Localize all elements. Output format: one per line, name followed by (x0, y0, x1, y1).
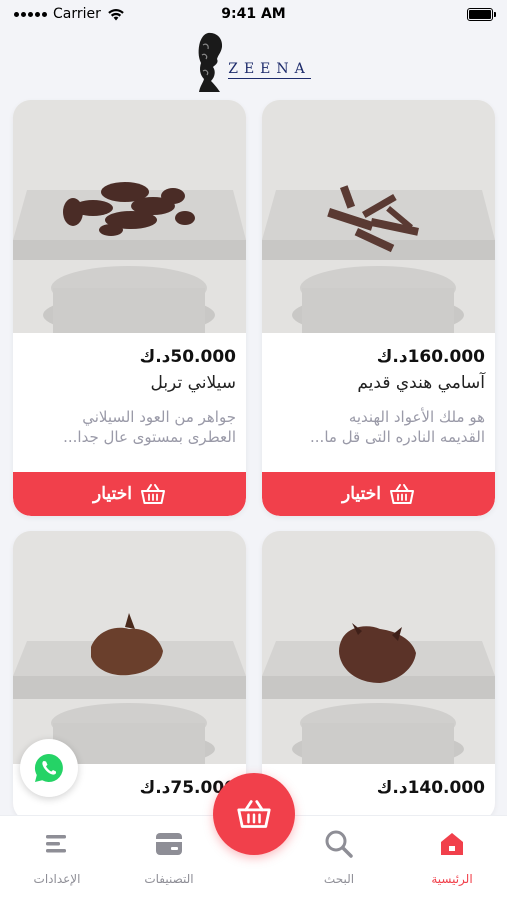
product-image (13, 531, 246, 764)
description-line: هو ملك الأعواد الهنديه (348, 408, 485, 426)
select-product-button[interactable]: اختيار (13, 472, 246, 516)
product-info: 160.000د.ك آسامي هندي قديم هو ملك الأعوا… (262, 333, 495, 447)
product-name: آسامي هندي قديم (357, 373, 485, 393)
product-price: 50.000د.ك (139, 347, 236, 367)
product-description: هو ملك الأعواد الهنديه القديمه النادره ا… (272, 407, 485, 447)
product-info: 140.000د.ك (262, 764, 495, 798)
product-price: 140.000د.ك (376, 778, 485, 798)
product-name: سيلاني تربل (150, 373, 236, 393)
nav-label: الإعدادات (33, 872, 81, 886)
product-image (262, 531, 495, 764)
nav-item-search[interactable]: البحث (294, 828, 384, 886)
product-price: 160.000د.ك (376, 347, 485, 367)
nav-label: البحث (323, 872, 355, 886)
home-icon (441, 833, 463, 855)
battery-icon (467, 7, 496, 21)
status-left: Carrier (14, 6, 125, 22)
logo-head-icon (198, 32, 223, 92)
description-line: جواهر من العود السيلاني (82, 408, 236, 426)
nav-item-settings[interactable]: الإعدادات (12, 828, 102, 886)
signal-icon (14, 11, 47, 17)
product-card[interactable]: 140.000د.ك (262, 531, 495, 821)
whatsapp-button[interactable] (20, 739, 78, 797)
status-bar: Carrier 9:41 AM (0, 0, 507, 28)
basket-icon (237, 800, 271, 828)
logo-text: ZEENA (228, 61, 311, 79)
app-logo: ZEENA (0, 28, 507, 96)
cart-fab-button[interactable] (213, 773, 295, 855)
categories-icon (156, 833, 182, 855)
whatsapp-icon (34, 753, 63, 782)
description-line: القديمه النادره التى قل ما... (310, 428, 485, 446)
product-info: 50.000د.ك سيلاني تربل جواهر من العود الس… (13, 333, 246, 447)
basket-icon (140, 484, 165, 504)
product-image (262, 100, 495, 333)
description-line: العطرى بمستوى عال جدا... (63, 428, 236, 446)
product-card[interactable]: 160.000د.ك آسامي هندي قديم هو ملك الأعوا… (262, 100, 495, 516)
search-icon (325, 830, 353, 858)
select-product-button[interactable]: اختيار (262, 472, 495, 516)
select-button-label: اختيار (93, 484, 132, 503)
nav-item-categories[interactable]: التصنيفات (124, 828, 214, 886)
nav-label: الرئيسية (431, 872, 473, 886)
nav-item-home[interactable]: الرئيسية (407, 828, 497, 886)
nav-label: التصنيفات (144, 872, 194, 886)
basket-icon (389, 484, 414, 504)
wifi-icon (108, 8, 124, 20)
product-image (13, 100, 246, 333)
select-button-label: اختيار (342, 484, 381, 503)
carrier-label: Carrier (53, 6, 101, 22)
product-description: جواهر من العود السيلاني العطرى بمستوى عا… (23, 407, 236, 447)
settings-menu-icon (46, 835, 66, 853)
product-card[interactable]: 50.000د.ك سيلاني تربل جواهر من العود الس… (13, 100, 246, 516)
